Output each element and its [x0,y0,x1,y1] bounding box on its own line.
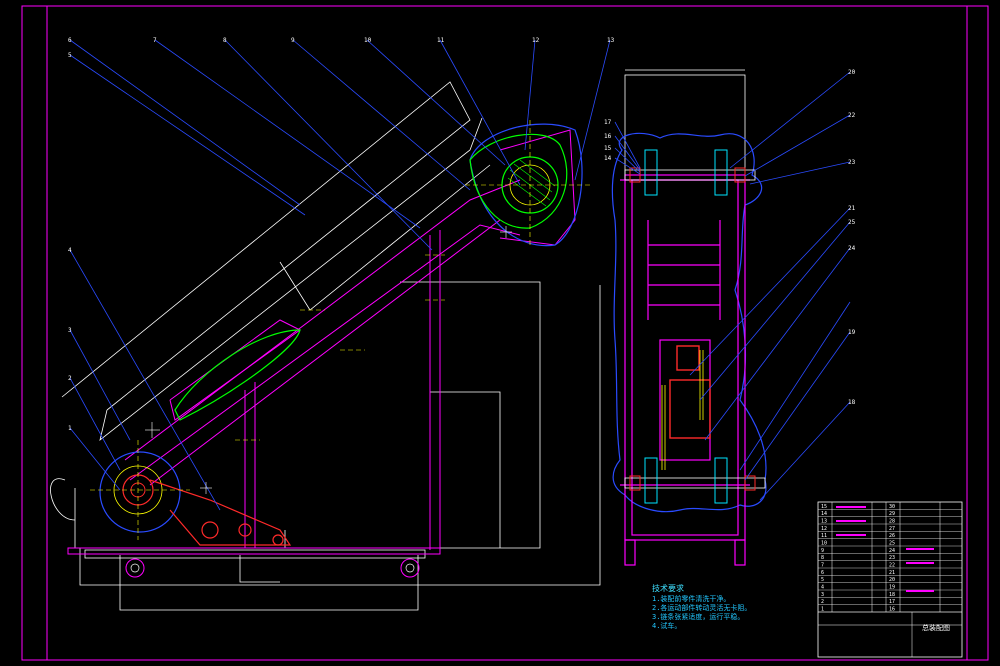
plan-cloud-outline [611,132,767,513]
balloons-left: 6 7 8 9 10 11 12 13 5 4 3 2 1 [68,37,615,432]
balloon-5: 5 [68,52,72,59]
parts-row-number-right: 28 [889,519,895,525]
balloon-11: 11 [437,37,445,44]
plan-view-conveyor [611,69,851,566]
drive-motor [661,345,711,470]
balloon-18: 18 [848,399,856,406]
notes-line-2: 2.各运动部件转动灵活无卡阻。 [652,604,752,612]
balloon-4: 4 [68,247,72,254]
balloon-19: 19 [848,329,856,336]
leader-lines-right [614,71,851,501]
parts-row-number-right: 29 [889,511,895,517]
parts-row-number-right: 17 [889,599,895,605]
parts-row-number: 8 [821,555,824,561]
balloon-14: 14 [604,155,612,162]
parts-row-number: 15 [821,504,827,510]
parts-row-number: 9 [821,548,824,554]
balloon-1: 1 [68,425,72,432]
parts-row-number: 1 [821,607,824,613]
balloon-12: 12 [532,37,540,44]
notes-title: 技术要求 [652,584,684,593]
parts-row-number-right: 20 [889,577,895,583]
parts-row-number-right: 25 [889,541,895,547]
balloon-9: 9 [291,37,295,44]
balloon-7: 7 [153,37,157,44]
balloon-2: 2 [68,375,72,382]
parts-row-number-right: 26 [889,533,895,539]
parts-row-number: 13 [821,519,827,525]
balloons-right: 17 16 15 14 20 22 23 21 25 24 19 18 [604,69,856,406]
balloon-16: 16 [604,133,612,140]
drawing-title: 总装配图 [922,623,950,632]
cad-drawing-sheet: 6 7 8 9 10 11 12 13 5 4 3 2 1 17 16 15 1… [21,5,989,661]
balloon-22: 22 [848,112,856,119]
parts-row-number: 14 [821,511,827,517]
parts-row-number-right: 30 [889,504,895,510]
balloon-6: 6 [68,37,72,44]
balloon-8: 8 [223,37,227,44]
balloon-17: 17 [604,119,612,126]
parts-row-number: 4 [821,585,824,591]
notes-line-1: 1.装配前零件清洗干净。 [652,595,731,603]
parts-row-number-right: 22 [889,563,895,569]
parts-row-number: 2 [821,599,824,605]
parts-row-number: 6 [821,570,824,576]
balloon-10: 10 [364,37,372,44]
parts-row-number-right: 23 [889,555,895,561]
parts-row-number-right: 18 [889,592,895,598]
parts-row-number-right: 24 [889,548,895,554]
parts-row-number: 7 [821,563,824,569]
balloon-3: 3 [68,327,72,334]
parts-row-number-right: 16 [889,607,895,613]
title-block: 15 3014 2913 2812 2711 2610 259 248 237 226 215 204… [817,501,963,658]
leader-lines-left [69,39,611,511]
balloon-25: 25 [848,219,856,226]
balloon-21: 21 [848,205,856,212]
parts-row-number-right: 21 [889,570,895,576]
drawing-frame [21,5,989,661]
balloon-23: 23 [848,159,856,166]
balloon-15: 15 [604,145,612,152]
parts-row-number: 11 [821,533,827,539]
balloon-20: 20 [848,69,856,76]
balloon-24: 24 [848,245,856,252]
parts-row-number: 3 [821,592,824,598]
parts-row-number-right: 27 [889,526,895,532]
notes-line-4: 4.试车。 [652,622,682,630]
technical-notes: 技术要求 1.装配前零件清洗干净。 2.各运动部件转动灵活无卡阻。 3.链条张紧… [652,584,751,631]
notes-line-3: 3.链条张紧适度，运行平稳。 [652,613,745,621]
balloon-13: 13 [607,37,615,44]
parts-row-number: 12 [821,526,827,532]
side-view-conveyor [50,39,611,611]
parts-row-number: 5 [821,577,824,583]
parts-row-number-right: 19 [889,585,895,591]
parts-row-number: 10 [821,541,827,547]
